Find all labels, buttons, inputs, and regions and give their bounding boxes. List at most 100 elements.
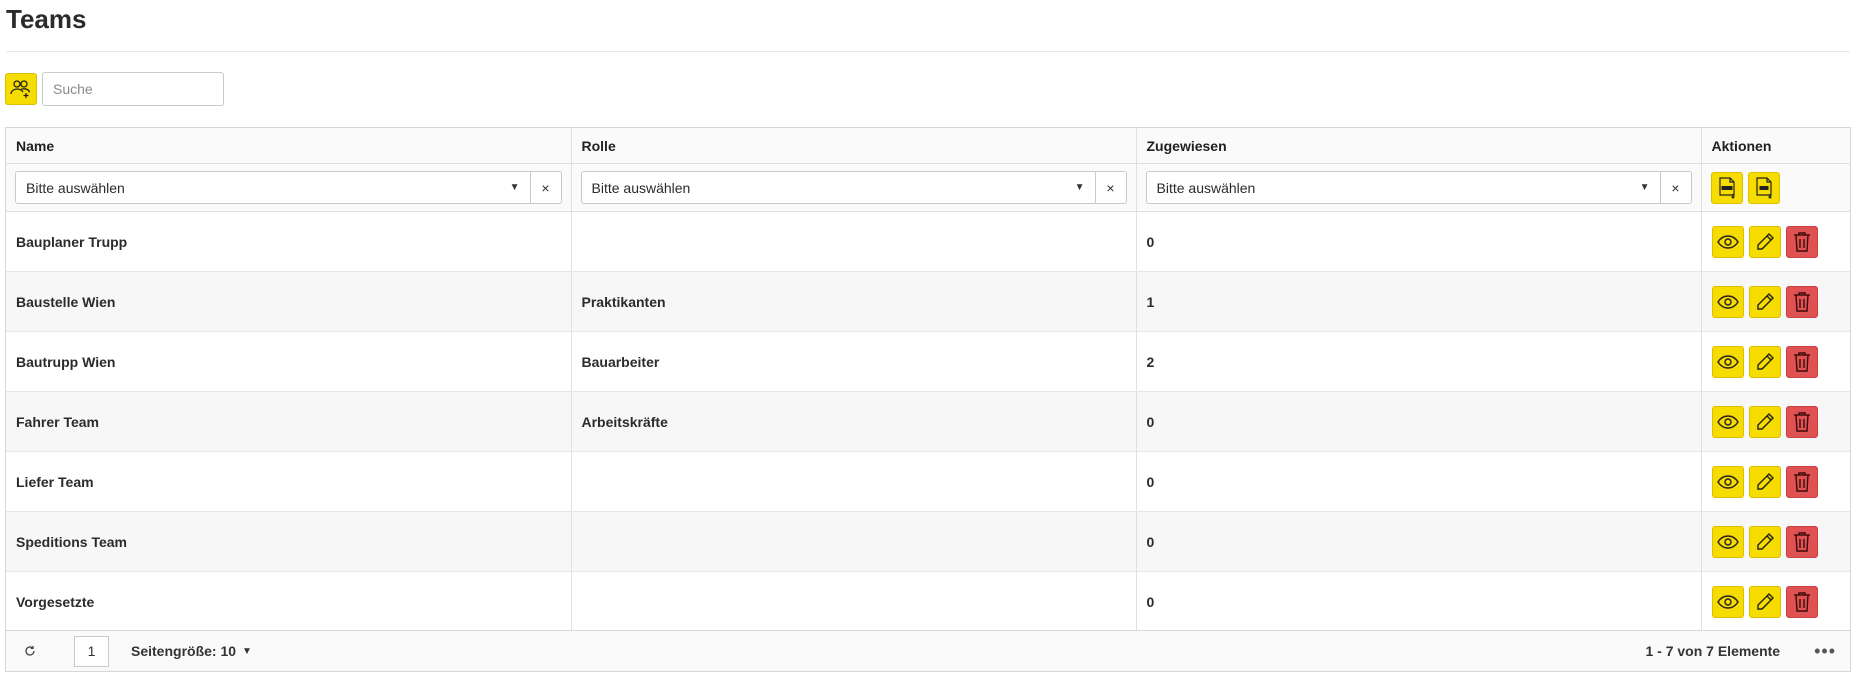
cell-rolle: [571, 511, 1137, 572]
cell-name: Liefer Team: [6, 451, 572, 512]
pencil-icon: [1756, 292, 1774, 310]
page-size-label: Seitengröße: 10: [131, 643, 237, 659]
edit-button[interactable]: [1748, 525, 1781, 558]
filter-cell-name: Bitte auswählen ▼ ×: [6, 163, 572, 212]
table-row[interactable]: Vorgesetzte 0: [6, 571, 1850, 632]
cell-actions: [1701, 571, 1850, 632]
excel-file-icon: [1718, 176, 1735, 199]
eye-icon: [1716, 414, 1739, 429]
edit-button[interactable]: [1748, 285, 1781, 318]
delete-button[interactable]: [1785, 405, 1818, 438]
cell-actions: [1701, 391, 1850, 452]
cell-zugewiesen: 1: [1136, 271, 1702, 332]
cell-zugewiesen: 2: [1136, 331, 1702, 392]
trash-icon: [1793, 231, 1810, 252]
view-button[interactable]: [1711, 345, 1744, 378]
filter-cell-rolle: Bitte auswählen ▼ ×: [571, 163, 1137, 212]
cell-actions: [1701, 271, 1850, 332]
pencil-icon: [1756, 232, 1774, 250]
cell-actions: [1701, 451, 1850, 512]
cell-zugewiesen: 0: [1136, 451, 1702, 512]
edit-button[interactable]: [1748, 225, 1781, 258]
table-row[interactable]: Liefer Team 0: [6, 451, 1850, 512]
view-button[interactable]: [1711, 585, 1744, 618]
caret-down-icon: ▼: [242, 645, 252, 657]
eye-icon: [1716, 534, 1739, 549]
edit-button[interactable]: [1748, 585, 1781, 618]
column-header-rolle[interactable]: Rolle: [571, 128, 1137, 164]
eye-icon: [1716, 294, 1739, 309]
table-row[interactable]: Bautrupp Wien Bauarbeiter 2: [6, 331, 1850, 392]
filter-select-value: Bitte auswählen: [26, 179, 125, 196]
table-row[interactable]: Speditions Team 0: [6, 511, 1850, 572]
title-divider: [6, 51, 1850, 52]
cell-rolle: Bauarbeiter: [571, 331, 1137, 392]
edit-button[interactable]: [1748, 405, 1781, 438]
cell-actions: [1701, 211, 1850, 272]
filter-select-rolle[interactable]: Bitte auswählen ▼: [580, 171, 1096, 204]
more-options-button[interactable]: •••: [1814, 641, 1836, 662]
cell-name: Bauplaner Trupp: [6, 211, 572, 272]
export-excel-button[interactable]: [1710, 171, 1743, 204]
filter-cell-aktionen: [1701, 163, 1850, 212]
cell-rolle: [571, 211, 1137, 272]
cell-actions: [1701, 331, 1850, 392]
cell-name: Fahrer Team: [6, 391, 572, 452]
eye-icon: [1716, 594, 1739, 609]
trash-icon: [1793, 591, 1810, 612]
view-button[interactable]: [1711, 225, 1744, 258]
delete-button[interactable]: [1785, 345, 1818, 378]
pencil-icon: [1756, 592, 1774, 610]
filter-select-name[interactable]: Bitte auswählen ▼: [15, 171, 531, 204]
pager: 1 Seitengröße: 10 ▼ 1 - 7 von 7 Elemente…: [6, 630, 1850, 671]
add-team-button[interactable]: [5, 73, 37, 105]
delete-button[interactable]: [1785, 585, 1818, 618]
refresh-button[interactable]: [20, 645, 40, 657]
delete-button[interactable]: [1785, 225, 1818, 258]
filter-clear-button[interactable]: ×: [1095, 171, 1127, 204]
view-button[interactable]: [1711, 405, 1744, 438]
page-size-dropdown[interactable]: Seitengröße: 10 ▼: [131, 643, 252, 659]
column-header-zugewiesen[interactable]: Zugewiesen: [1136, 128, 1702, 164]
view-button[interactable]: [1711, 525, 1744, 558]
cell-actions: [1701, 511, 1850, 572]
cell-name: Vorgesetzte: [6, 571, 572, 632]
teams-grid: Name Rolle Zugewiesen Aktionen Bitte aus…: [5, 127, 1851, 672]
cell-zugewiesen: 0: [1136, 511, 1702, 572]
pencil-icon: [1756, 412, 1774, 430]
filter-clear-button[interactable]: ×: [530, 171, 562, 204]
trash-icon: [1793, 531, 1810, 552]
users-add-icon: [10, 80, 31, 98]
trash-icon: [1793, 411, 1810, 432]
edit-button[interactable]: [1748, 345, 1781, 378]
trash-icon: [1793, 351, 1810, 372]
eye-icon: [1716, 354, 1739, 369]
cell-rolle: Arbeitskräfte: [571, 391, 1137, 452]
search-input[interactable]: [42, 72, 224, 106]
edit-button[interactable]: [1748, 465, 1781, 498]
header-row: Name Rolle Zugewiesen Aktionen: [6, 128, 1850, 164]
column-header-name[interactable]: Name: [6, 128, 572, 164]
table-row[interactable]: Fahrer Team Arbeitskräfte 0: [6, 391, 1850, 452]
cell-rolle: Praktikanten: [571, 271, 1137, 332]
delete-button[interactable]: [1785, 285, 1818, 318]
page-number-button[interactable]: 1: [74, 635, 109, 667]
trash-icon: [1793, 471, 1810, 492]
filter-select-value: Bitte auswählen: [591, 179, 691, 196]
filter-clear-button[interactable]: ×: [1660, 171, 1692, 204]
delete-button[interactable]: [1785, 465, 1818, 498]
pencil-icon: [1756, 532, 1774, 550]
cell-rolle: [571, 451, 1137, 512]
table-row[interactable]: Bauplaner Trupp 0: [6, 211, 1850, 272]
pager-info: 1 - 7 von 7 Elemente: [1645, 643, 1781, 659]
view-button[interactable]: [1711, 465, 1744, 498]
cell-rolle: [571, 571, 1137, 632]
caret-down-icon: ▼: [509, 182, 520, 193]
view-button[interactable]: [1711, 285, 1744, 318]
cell-name: Speditions Team: [6, 511, 572, 572]
filter-select-zugewiesen[interactable]: Bitte auswählen ▼: [1145, 171, 1661, 204]
refresh-icon: [25, 646, 35, 656]
export-csv-button[interactable]: [1747, 171, 1780, 204]
delete-button[interactable]: [1785, 525, 1818, 558]
table-row[interactable]: Baustelle Wien Praktikanten 1: [6, 271, 1850, 332]
